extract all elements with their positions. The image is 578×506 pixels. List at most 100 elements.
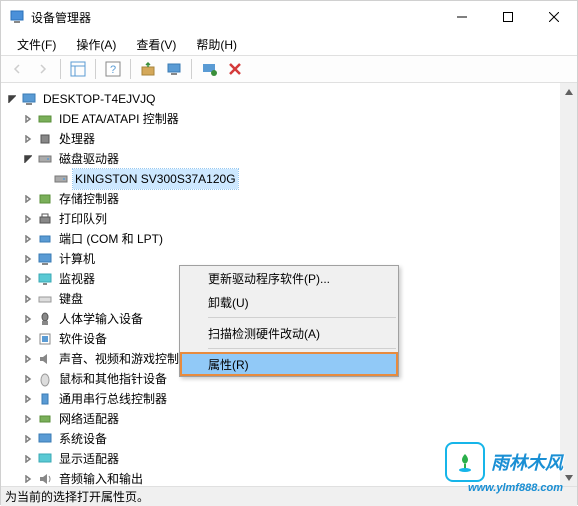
menu-action[interactable]: 操作(A): [68, 34, 124, 55]
toolbar-separator: [130, 59, 131, 79]
expand-icon[interactable]: [21, 212, 35, 226]
expand-icon[interactable]: [21, 452, 35, 466]
tree-node[interactable]: 打印队列: [5, 209, 573, 229]
expand-icon[interactable]: [21, 392, 35, 406]
menu-file[interactable]: 文件(F): [9, 34, 64, 55]
tree-node[interactable]: 存储控制器: [5, 189, 573, 209]
cpu-icon: [37, 131, 53, 147]
tool-update-driver-icon[interactable]: [136, 58, 160, 80]
expand-icon[interactable]: [21, 232, 35, 246]
expand-icon[interactable]: [21, 292, 35, 306]
audio-icon: [37, 471, 53, 486]
app-icon: [9, 9, 25, 25]
collapse-icon[interactable]: [21, 152, 35, 166]
menubar: 文件(F) 操作(A) 查看(V) 帮助(H): [1, 33, 577, 55]
port-icon: [37, 231, 53, 247]
tree-node-disk[interactable]: 磁盘驱动器: [5, 149, 573, 169]
toolbar: ?: [1, 55, 577, 83]
tree-node[interactable]: 网络适配器: [5, 409, 573, 429]
mouse-icon: [37, 371, 53, 387]
node-label: 监视器: [57, 269, 97, 289]
ctx-scan-hardware[interactable]: 扫描检测硬件改动(A): [180, 321, 398, 345]
expand-icon[interactable]: [21, 252, 35, 266]
monitor-icon: [37, 271, 53, 287]
close-button[interactable]: [531, 1, 577, 33]
toolbar-separator: [60, 59, 61, 79]
tree-root[interactable]: DESKTOP-T4EJVJQ: [5, 89, 573, 109]
node-label: 通用串行总线控制器: [57, 389, 169, 409]
ctx-uninstall[interactable]: 卸载(U): [180, 290, 398, 314]
forward-button[interactable]: [31, 58, 55, 80]
tree-node[interactable]: 端口 (COM 和 LPT): [5, 229, 573, 249]
node-label: DESKTOP-T4EJVJQ: [41, 89, 157, 109]
hid-icon: [37, 311, 53, 327]
watermark: 雨林木风: [445, 442, 563, 482]
titlebar: 设备管理器: [1, 1, 577, 33]
back-button[interactable]: [5, 58, 29, 80]
node-label: 声音、视频和游戏控制器: [57, 349, 193, 369]
node-label: 磁盘驱动器: [57, 149, 121, 169]
ctx-properties[interactable]: 属性(R): [180, 352, 398, 376]
storage-icon: [37, 191, 53, 207]
node-label: 端口 (COM 和 LPT): [57, 229, 165, 249]
tool-scan-hardware-icon[interactable]: [162, 58, 186, 80]
toolbar-separator: [191, 59, 192, 79]
maximize-button[interactable]: [485, 1, 531, 33]
expand-icon[interactable]: [21, 432, 35, 446]
disk-device-icon: [53, 171, 69, 187]
tree-panel: DESKTOP-T4EJVJQ IDE ATA/ATAPI 控制器 处理器 磁盘…: [1, 83, 577, 486]
computer-icon: [21, 91, 37, 107]
ctx-update-driver[interactable]: 更新驱动程序软件(P)...: [180, 266, 398, 290]
node-label: 处理器: [57, 129, 97, 149]
toolbar-separator: [95, 59, 96, 79]
context-menu: 更新驱动程序软件(P)... 卸载(U) 扫描检测硬件改动(A) 属性(R): [179, 265, 399, 377]
tree-node[interactable]: 处理器: [5, 129, 573, 149]
node-label: 音频输入和输出: [57, 469, 145, 486]
watermark-url: www.ylmf888.com: [468, 482, 563, 494]
node-label: 打印队列: [57, 209, 109, 229]
system-icon: [37, 431, 53, 447]
expand-icon[interactable]: [21, 312, 35, 326]
expand-icon[interactable]: [21, 112, 35, 126]
tool-enable-icon[interactable]: [197, 58, 221, 80]
expand-icon[interactable]: [21, 372, 35, 386]
tool-view-icon[interactable]: [66, 58, 90, 80]
expand-icon[interactable]: [21, 472, 35, 486]
ctx-separator: [208, 348, 396, 349]
tool-help-icon[interactable]: ?: [101, 58, 125, 80]
svg-text:?: ?: [110, 64, 116, 76]
menu-view[interactable]: 查看(V): [128, 34, 184, 55]
network-icon: [37, 411, 53, 427]
keyboard-icon: [37, 291, 53, 307]
node-label-selected: KINGSTON SV300S37A120G: [73, 169, 238, 189]
scroll-up-arrow[interactable]: [560, 83, 577, 100]
expand-icon[interactable]: [21, 132, 35, 146]
collapse-icon[interactable]: [5, 92, 19, 106]
watermark-text: 雨林木风: [491, 449, 563, 475]
tree-node[interactable]: 通用串行总线控制器: [5, 389, 573, 409]
expand-icon[interactable]: [21, 192, 35, 206]
vertical-scrollbar[interactable]: [560, 83, 577, 486]
expand-icon[interactable]: [21, 412, 35, 426]
tree-node[interactable]: IDE ATA/ATAPI 控制器: [5, 109, 573, 129]
node-label: 显示适配器: [57, 449, 121, 469]
minimize-button[interactable]: [439, 1, 485, 33]
window-title: 设备管理器: [31, 9, 439, 26]
node-label: 网络适配器: [57, 409, 121, 429]
node-label: IDE ATA/ATAPI 控制器: [57, 109, 181, 129]
usb-icon: [37, 391, 53, 407]
menu-help[interactable]: 帮助(H): [188, 34, 245, 55]
node-label: 系统设备: [57, 429, 109, 449]
disk-icon: [37, 151, 53, 167]
printer-icon: [37, 211, 53, 227]
expand-icon[interactable]: [21, 352, 35, 366]
tree-node-disk-device[interactable]: KINGSTON SV300S37A120G: [5, 169, 573, 189]
expand-icon[interactable]: [21, 272, 35, 286]
node-label: 软件设备: [57, 329, 109, 349]
node-label: 计算机: [57, 249, 97, 269]
tool-uninstall-icon[interactable]: [223, 58, 247, 80]
expand-icon[interactable]: [21, 332, 35, 346]
computer-category-icon: [37, 251, 53, 267]
display-adapter-icon: [37, 451, 53, 467]
status-text: 为当前的选择打开属性页。: [5, 488, 149, 505]
